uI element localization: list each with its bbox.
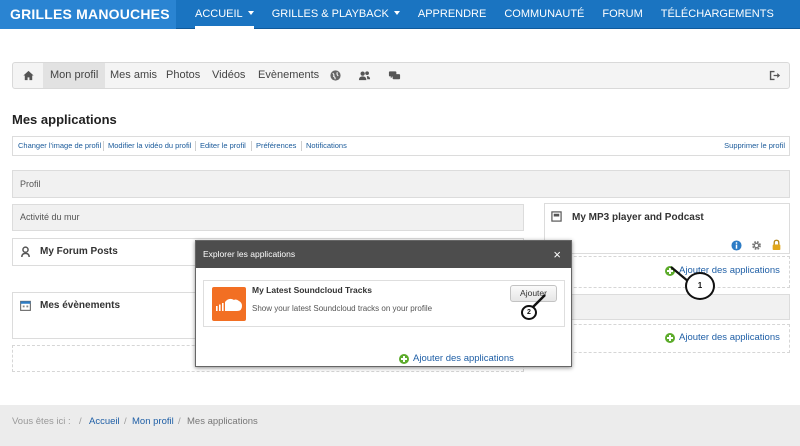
add-applications-link[interactable]: Ajouter des applications — [679, 332, 780, 343]
link-delete-profile[interactable]: Supprimer le profil — [724, 137, 785, 155]
gear-icon[interactable] — [751, 240, 762, 251]
add-applications-link[interactable]: Ajouter des applications — [413, 353, 514, 364]
logout-icon[interactable] — [768, 69, 781, 82]
footer-breadcrumb: Vous êtes ici : / Accueil / Mon profil /… — [0, 405, 800, 446]
nav-item-forum[interactable]: FORUM — [593, 0, 651, 29]
chevron-down-icon — [247, 11, 254, 16]
nav-item-apprendre[interactable]: APPRENDRE — [409, 0, 495, 29]
divider — [103, 141, 104, 151]
divider — [251, 141, 252, 151]
link-change-profile-image[interactable]: Changer l'image de profil — [18, 137, 101, 155]
widget-grid-icon — [551, 211, 562, 222]
app-name: My Latest Soundcloud Tracks — [252, 285, 372, 295]
breadcrumb-accueil[interactable]: Accueil — [89, 416, 120, 427]
profile-actions-bar: Changer l'image de profil Modifier la vi… — [12, 136, 790, 156]
lock-icon[interactable] — [771, 239, 782, 251]
info-icon[interactable] — [731, 240, 742, 251]
link-edit-profile-video[interactable]: Modifier la vidéo du profil — [108, 137, 191, 155]
divider — [195, 141, 196, 151]
link-notifications[interactable]: Notifications — [306, 137, 347, 155]
explore-apps-dialog: Explorer les applications × My Latest So… — [195, 240, 572, 367]
widget-title: My Forum Posts — [40, 246, 118, 257]
add-icon — [665, 333, 675, 343]
users-icon[interactable] — [358, 69, 371, 82]
site-brand[interactable]: GRILLES MANOUCHES — [0, 0, 176, 29]
soundcloud-logo-icon — [212, 287, 246, 321]
app-card: My Latest Soundcloud Tracks Show your la… — [203, 280, 565, 327]
breadcrumb-separator: / — [178, 416, 181, 427]
main-nav: ACCUEIL GRILLES & PLAYBACK APPRENDRE COM… — [186, 0, 783, 29]
close-icon[interactable]: × — [553, 241, 561, 268]
link-preferences[interactable]: Préférences — [256, 137, 296, 155]
divider — [301, 141, 302, 151]
widget-title: Mes évènements — [40, 300, 121, 311]
globe-icon[interactable] — [329, 69, 342, 82]
chat-icon[interactable] — [388, 69, 401, 82]
add-icon — [399, 354, 409, 364]
calendar-icon — [20, 300, 31, 311]
nav-item-communaute[interactable]: COMMUNAUTÉ — [495, 0, 593, 29]
profile-toolbar: Mon profil Mes amis Photos Vidéos Evènem… — [12, 62, 790, 89]
section-placeholder — [544, 294, 790, 320]
nav-item-accueil[interactable]: ACCUEIL — [186, 0, 263, 29]
callout-badge: 1 — [685, 272, 715, 300]
section-activite-du-mur: Activité du mur — [12, 204, 524, 231]
tab-mes-amis[interactable]: Mes amis — [110, 63, 157, 88]
chevron-down-icon — [393, 11, 400, 16]
app-description: Show your latest Soundcloud tracks on yo… — [252, 304, 433, 313]
callout-pointer — [532, 294, 546, 308]
tab-videos[interactable]: Vidéos — [212, 63, 245, 88]
nav-item-telechargements[interactable]: TÉLÉCHARGEMENTS — [652, 0, 783, 29]
breadcrumb-separator: / — [79, 416, 82, 427]
breadcrumb-mon-profil[interactable]: Mon profil — [132, 416, 174, 427]
widget-mp3-player: My MP3 player and Podcast — [544, 203, 790, 254]
tab-evenements[interactable]: Evènements — [258, 63, 319, 88]
link-edit-profile[interactable]: Editer le profil — [200, 137, 246, 155]
breadcrumb-current: Mes applications — [187, 416, 258, 427]
tab-photos[interactable]: Photos — [166, 63, 200, 88]
section-profil: Profil — [12, 170, 790, 198]
home-icon[interactable] — [22, 69, 35, 82]
tab-mon-profil[interactable]: Mon profil — [43, 63, 106, 88]
breadcrumb-prefix: Vous êtes ici : — [12, 416, 71, 427]
dialog-title: Explorer les applications — [196, 241, 571, 268]
top-navbar: GRILLES MANOUCHES ACCUEIL GRILLES & PLAY… — [0, 0, 800, 29]
breadcrumb-separator: / — [124, 416, 127, 427]
nav-item-grilles[interactable]: GRILLES & PLAYBACK — [263, 0, 409, 29]
page-title: Mes applications — [12, 112, 117, 127]
widget-title: My MP3 player and Podcast — [572, 212, 704, 223]
forum-icon — [21, 246, 30, 258]
